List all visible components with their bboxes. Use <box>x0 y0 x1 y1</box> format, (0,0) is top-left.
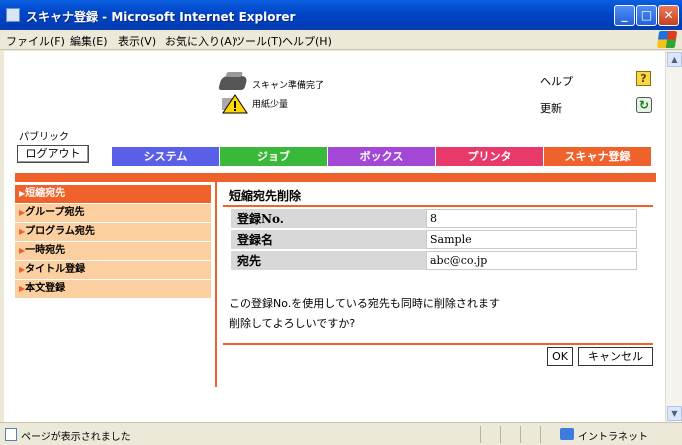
sidebar-item-label: 一時宛先 <box>25 245 66 256</box>
sidebar-item-body-registration[interactable]: ▶本文登録 <box>15 280 211 299</box>
menu-help[interactable]: ヘルプ(H) <box>282 33 332 49</box>
sidebar-item-label: プログラム宛先 <box>25 226 95 237</box>
help-icon[interactable]: ? <box>636 71 651 86</box>
sidebar-item-temporary-destination[interactable]: ▶一時宛先 <box>15 242 211 261</box>
menu-tools[interactable]: ツール(T) <box>234 33 282 49</box>
minimize-button[interactable]: _ <box>614 5 635 26</box>
table-row: 宛先 abc@co.jp <box>231 251 637 270</box>
sidebar-item-group-destination[interactable]: ▶グループ宛先 <box>15 204 211 223</box>
warning-icon <box>222 94 248 114</box>
cancel-button[interactable]: キャンセル <box>578 347 653 366</box>
window-title: スキャナ登録 - Microsoft Internet Explorer <box>26 10 296 24</box>
row-label: 登録名 <box>231 230 426 249</box>
table-row: 登録No. 8 <box>231 209 637 228</box>
page-icon <box>5 428 17 441</box>
sidebar-item-abbreviated-destination[interactable]: ▶短縮宛先 <box>15 185 211 204</box>
maximize-button[interactable]: □ <box>636 5 657 26</box>
refresh-link[interactable]: 更新 <box>540 100 562 116</box>
logout-button[interactable]: ログアウト <box>17 145 89 163</box>
windows-logo-icon <box>656 31 678 48</box>
menu-edit[interactable]: 編集(E) <box>70 33 108 49</box>
printer-icon <box>218 76 248 90</box>
details-table: 登録No. 8 登録名 Sample 宛先 abc@co.jp <box>231 207 637 272</box>
header-divider <box>15 173 656 182</box>
user-mode-label: パブリック <box>19 132 69 143</box>
ie-icon <box>6 8 20 22</box>
sidebar-item-title-registration[interactable]: ▶タイトル登録 <box>15 261 211 280</box>
scan-status-text: スキャン準備完了 <box>252 81 325 91</box>
close-button[interactable]: ✕ <box>658 5 679 26</box>
row-label: 登録No. <box>231 209 426 228</box>
menu-file[interactable]: ファイル(F) <box>6 33 65 49</box>
status-panel <box>520 426 521 443</box>
table-row: 登録名 Sample <box>231 230 637 249</box>
paper-status-text: 用紙少量 <box>252 100 289 110</box>
ok-button[interactable]: OK <box>547 347 573 366</box>
zone-label: イントラネット <box>578 432 648 443</box>
page-title: 短縮宛先削除 <box>229 189 302 203</box>
row-label: 宛先 <box>231 251 426 270</box>
footer-divider <box>223 343 653 345</box>
sidebar-item-label: タイトル登録 <box>25 264 86 275</box>
row-value: Sample <box>426 230 637 249</box>
tab-box[interactable]: ボックス <box>328 147 436 166</box>
status-bar: ページが表示されました イントラネット <box>0 422 682 445</box>
status-panel <box>500 426 501 443</box>
menu-view[interactable]: 表示(V) <box>118 33 156 49</box>
tab-system[interactable]: システム <box>112 147 220 166</box>
confirm-message-line1: この登録No.を使用している宛先も同時に削除されます <box>229 297 500 310</box>
refresh-icon[interactable]: ↻ <box>636 97 652 113</box>
status-text: ページが表示されました <box>21 432 131 443</box>
sidebar-item-label: 短縮宛先 <box>25 188 66 199</box>
status-panel <box>480 426 481 443</box>
intranet-icon <box>560 428 574 440</box>
sidebar: ▶短縮宛先 ▶グループ宛先 ▶プログラム宛先 ▶一時宛先 ▶タイトル登録 ▶本文… <box>15 185 211 299</box>
title-bar: スキャナ登録 - Microsoft Internet Explorer _ □… <box>0 0 682 30</box>
menu-bar: ファイル(F) 編集(E) 表示(V) お気に入り(A) ツール(T) ヘルプ(… <box>0 30 682 50</box>
vertical-scrollbar[interactable]: ▲ ▼ <box>665 51 682 422</box>
sidebar-divider <box>215 182 217 387</box>
tab-printer[interactable]: プリンタ <box>436 147 544 166</box>
scroll-up-icon[interactable]: ▲ <box>667 52 682 67</box>
sidebar-item-label: 本文登録 <box>25 283 66 294</box>
row-value: abc@co.jp <box>426 251 637 270</box>
confirm-message-line2: 削除してよろしいですか? <box>229 317 356 330</box>
menu-favorites[interactable]: お気に入り(A) <box>165 33 236 49</box>
help-link[interactable]: ヘルプ <box>540 73 573 89</box>
sidebar-item-label: グループ宛先 <box>25 207 85 218</box>
status-panel <box>540 426 541 443</box>
scroll-down-icon[interactable]: ▼ <box>667 406 682 421</box>
row-value: 8 <box>426 209 637 228</box>
tab-scanner-registration[interactable]: スキャナ登録 <box>544 147 652 166</box>
tab-job[interactable]: ジョブ <box>220 147 328 166</box>
page-content: スキャン準備完了 用紙少量 ヘルプ ? 更新 ↻ パブリック ログアウト システ… <box>4 51 665 422</box>
sidebar-item-program-destination[interactable]: ▶プログラム宛先 <box>15 223 211 242</box>
